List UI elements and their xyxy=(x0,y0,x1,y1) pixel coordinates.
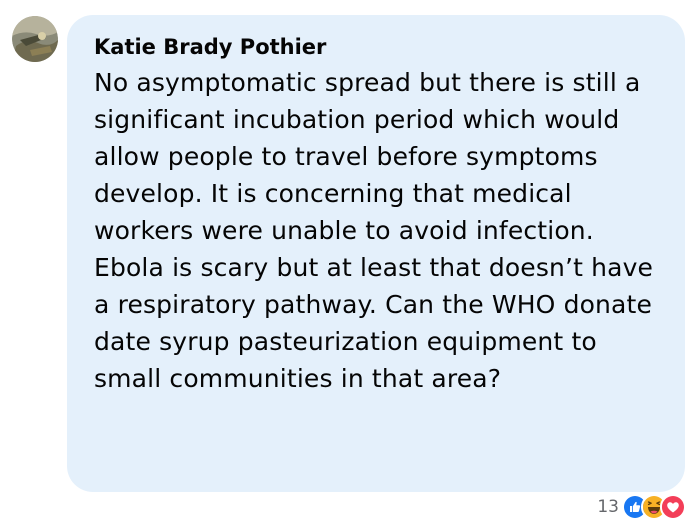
reaction-count: 13 xyxy=(597,497,619,517)
reactions-summary[interactable]: 13 xyxy=(597,493,686,521)
comment-text: No asymptomatic spread but there is stil… xyxy=(94,68,654,393)
reaction-icons xyxy=(622,494,686,520)
comment-author[interactable]: Katie Brady Pothier xyxy=(94,35,665,59)
comment-bubble: Katie Brady Pothier No asymptomatic spre… xyxy=(67,15,685,492)
avatar-photo xyxy=(12,16,58,62)
comment-thread: Katie Brady Pothier No asymptomatic spre… xyxy=(0,0,700,526)
avatar[interactable] xyxy=(12,16,58,62)
love-icon xyxy=(660,494,686,520)
